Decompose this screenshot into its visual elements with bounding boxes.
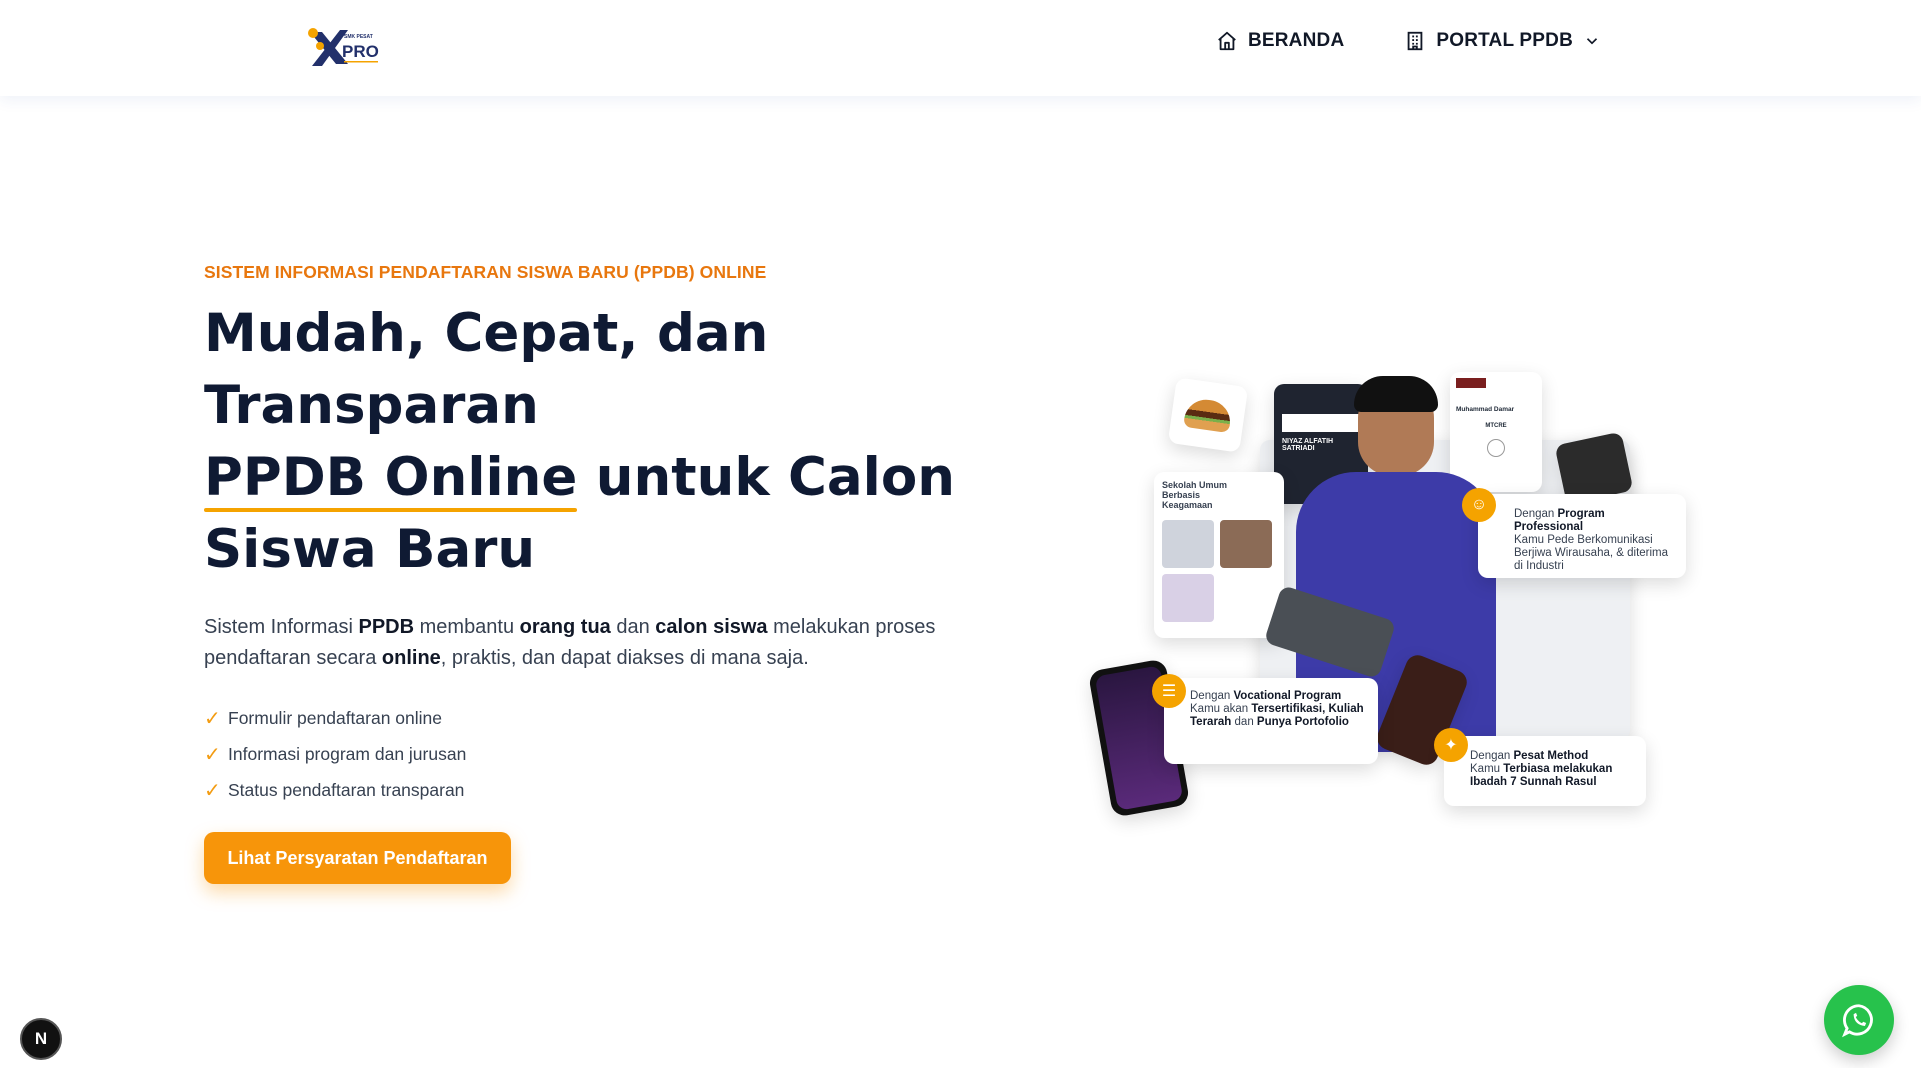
main-nav: BERANDA PORTAL PPDB xyxy=(1216,30,1601,52)
home-icon xyxy=(1218,31,1236,51)
nextjs-dev-badge[interactable]: N xyxy=(20,1018,62,1060)
headline-highlight: PPDB Online xyxy=(204,442,578,514)
nav-home-label: BERANDA xyxy=(1247,30,1345,51)
food-photo-card xyxy=(1167,377,1249,453)
pesat-method-card: ✦ Dengan Pesat Method Kamu Terbiasa melak… xyxy=(1434,728,1646,806)
check-icon: ✓ xyxy=(204,743,221,766)
nav-portal-label: PORTAL PPDB xyxy=(1436,30,1573,51)
building-icon xyxy=(1408,31,1423,51)
site-header: SMK PESAT PRO BERANDA PORTAL PPDB xyxy=(0,0,1921,96)
nav-portal-ppdb[interactable]: PORTAL PPDB xyxy=(1404,30,1601,52)
check-icon: ✓ xyxy=(204,707,221,730)
vocational-text: Dengan Vocational Program Kamu akan Terse… xyxy=(1190,690,1364,728)
logo-text: PRO xyxy=(342,42,379,61)
check-icon: ✓ xyxy=(204,779,221,802)
hero-headline: Mudah, Cepat, dan Transparan PPDB Online… xyxy=(204,298,964,586)
gift-icon: ✦ xyxy=(1434,728,1468,762)
professional-text: Dengan Program Professional Kamu Pede Ber… xyxy=(1514,508,1669,572)
sekolah-card-title: Sekolah Umum Berbasis Keagamaan xyxy=(1162,480,1228,510)
checklist-item: ✓ Informasi program dan jurusan xyxy=(204,743,467,766)
hero-illustration: NIYAZ ALFATIH SATRIADI Muhammad Damar MT… xyxy=(1087,360,1700,830)
nav-home[interactable]: BERANDA xyxy=(1216,30,1344,52)
checklist-icon: ☰ xyxy=(1152,674,1186,708)
chevron-down-icon xyxy=(1586,38,1598,45)
hero-description: Sistem Informasi PPDB membantu orang tua… xyxy=(204,616,936,669)
checklist-item: ✓ Formulir pendaftaran online xyxy=(204,707,443,730)
program-professional-card: ☺ Dengan Program Professional Kamu Pede B… xyxy=(1462,488,1686,578)
pesat-text: Dengan Pesat Method Kamu Terbiasa melakuk… xyxy=(1470,750,1613,788)
vocational-card: ☰ Dengan Vocational Program Kamu akan Ter… xyxy=(1152,674,1378,764)
requirements-button[interactable]: Lihat Persyaratan Pendaftaran xyxy=(204,832,511,884)
checklist-item: ✓ Status pendaftaran transparan xyxy=(204,779,465,802)
feature-checklist: ✓ Formulir pendaftaran online ✓ Informasi … xyxy=(204,700,466,808)
user-icon: ☺ xyxy=(1462,488,1496,522)
hero-eyebrow: SISTEM INFORMASI PENDAFTARAN SISWA BARU … xyxy=(204,262,767,282)
whatsapp-icon xyxy=(1842,1004,1873,1038)
whatsapp-button[interactable] xyxy=(1824,985,1894,1055)
school-logo[interactable]: SMK PESAT PRO xyxy=(304,26,396,70)
sekolah-card: Sekolah Umum Berbasis Keagamaan xyxy=(1154,472,1284,638)
logo-small-text: SMK PESAT xyxy=(344,34,373,40)
headline-line1: Mudah, Cepat, dan Transparan xyxy=(204,303,769,436)
